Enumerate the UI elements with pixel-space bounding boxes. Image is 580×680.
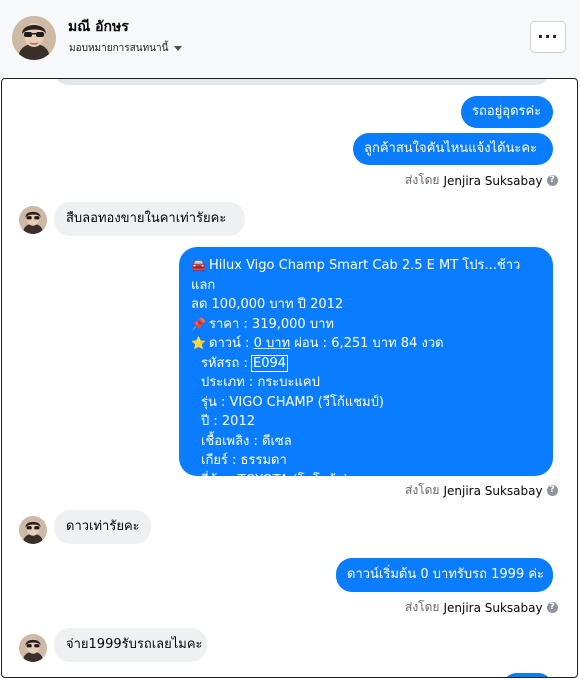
help-icon[interactable]: ? — [546, 175, 558, 186]
message-outgoing: ดาวน์เริ่มต้น 0 บาทรับรถ 1999 ค่ะ — [336, 558, 553, 592]
message-incoming: สืบลอทองขายในคาเท่ารัยคะ — [54, 202, 245, 236]
contact-avatar[interactable] — [12, 16, 56, 60]
conversation-header: มณี อักษร มอบหมายการสนทนานี้ ··· — [0, 0, 580, 78]
more-options-button[interactable]: ··· — [530, 21, 566, 53]
message-incoming: จ่าย1999รับรถเลยไมคะ — [54, 628, 207, 662]
help-icon[interactable]: ? — [546, 602, 558, 613]
message-text: จ่าย1999รับรถเลยไมคะ — [66, 637, 203, 652]
sent-by-label: ส่งโดย Jenjira Suksabay ? — [405, 481, 558, 500]
listing-gear: เกียร์ : ธรรมดา — [201, 453, 287, 468]
assign-label: มอบหมายการสนทนานี้ — [69, 43, 169, 54]
sent-by-name: Jenjira Suksabay — [443, 483, 543, 498]
car-icon: 🚘 — [191, 258, 206, 272]
message-incoming: ดาวเท่ารัยคะ — [54, 510, 151, 544]
sent-by-prefix: ส่งโดย — [405, 173, 440, 187]
listing-installment: ผ่อน : 6,251 บาท 84 งวด — [290, 336, 444, 351]
message-text: สืบลอทองขายในคาเท่ารัยคะ — [66, 211, 227, 226]
listing-type: ประเภท : กระบะแคป — [201, 375, 320, 390]
listing-code-label: รหัสรถ : — [201, 355, 252, 371]
chevron-down-icon — [174, 46, 183, 51]
sent-by-name: Jenjira Suksabay — [443, 600, 543, 615]
sent-by-label: ส่งโดย Jenjira Suksabay ? — [405, 171, 558, 190]
message-text: ดาวน์เริ่มต้น 0 บาทรับรถ 1999 ค่ะ — [347, 567, 545, 582]
sent-by-prefix: ส่งโดย — [405, 600, 440, 614]
message-text: ดาวเท่ารัยคะ — [66, 519, 140, 534]
listing-code-value: E094 — [250, 354, 289, 372]
assign-conversation[interactable]: มอบหมายการสนทนานี้ — [69, 41, 183, 56]
contact-avatar-small[interactable] — [19, 634, 47, 662]
listing-down-label: ดาวน์ : — [209, 336, 254, 351]
listing-fuel: เชื้อเพลิง : ดีเซล — [201, 433, 292, 449]
sent-by-prefix: ส่งโดย — [405, 483, 440, 497]
contact-avatar-small[interactable] — [19, 206, 47, 234]
listing-model: รุ่น : VIGO CHAMP (วีโก้แชมป์) — [201, 394, 384, 410]
listing-year: ปี : 2012 — [201, 414, 255, 429]
sent-by-label: ส่งโดย Jenjira Suksabay ? — [405, 598, 558, 617]
help-icon[interactable]: ? — [546, 485, 558, 496]
previous-message-bubble — [54, 79, 550, 85]
contact-name[interactable]: มณี อักษร — [68, 16, 129, 38]
listing-down-value: 0 บาท — [253, 336, 291, 351]
listing-card-message: 🚘 Hilux Vigo Champ Smart Cab 2.5 E MT โปร… — [179, 247, 553, 488]
listing-price: ราคา : 319,000 บาท — [209, 316, 334, 332]
message-outgoing: รถอยู่อุดรค่ะ — [461, 96, 553, 128]
message-thread[interactable]: รถอยู่อุดรค่ะ ลูกค้าสนใจคันไหนแจ้งได้นะค… — [1, 78, 578, 678]
listing-title-cont: ลด 100,000 บาท ปี 2012 — [191, 297, 344, 312]
star-icon: ⭐ — [191, 336, 206, 350]
message-text: รถอยู่อุดรค่ะ — [472, 104, 542, 119]
pin-icon: 📌 — [191, 316, 206, 331]
message-outgoing: ลูกค้าสนใจคันไหนแจ้งได้นะคะ — [353, 133, 553, 165]
contact-avatar-small[interactable] — [19, 516, 47, 544]
message-text: ลูกค้าสนใจคันไหนแจ้งได้นะคะ — [364, 141, 538, 156]
listing-title: Hilux Vigo Champ Smart Cab 2.5 E MT โปร.… — [191, 258, 521, 293]
sent-by-name: Jenjira Suksabay — [443, 173, 543, 188]
message-outgoing-partial — [502, 673, 553, 677]
